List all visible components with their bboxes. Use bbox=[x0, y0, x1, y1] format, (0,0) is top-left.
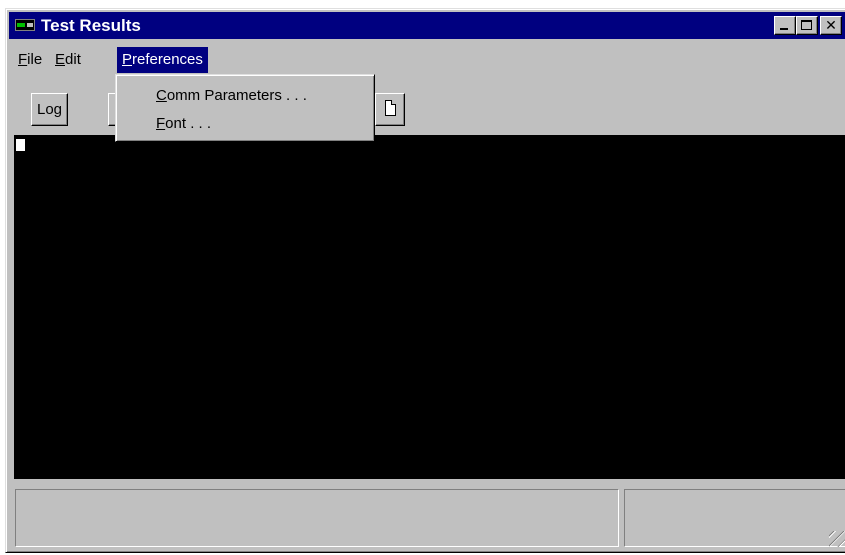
menu-item-font[interactable]: Font . . . bbox=[156, 112, 211, 136]
menu-preferences[interactable]: Preferences bbox=[117, 47, 208, 73]
window-title: Test Results bbox=[41, 16, 141, 35]
terminal-app-icon[interactable] bbox=[15, 19, 35, 31]
minimize-button[interactable] bbox=[774, 16, 796, 35]
status-pane-main bbox=[15, 489, 619, 547]
status-pane-secondary bbox=[624, 489, 845, 547]
menu-item-comm-parameters[interactable]: Comm Parameters . . . bbox=[156, 84, 307, 108]
document-icon bbox=[385, 100, 396, 116]
new-document-button[interactable] bbox=[375, 93, 405, 126]
terminal-output-area[interactable] bbox=[14, 135, 845, 479]
text-cursor bbox=[16, 139, 25, 151]
menu-file[interactable]: File bbox=[13, 47, 47, 73]
log-button[interactable]: Log bbox=[31, 93, 68, 126]
close-icon: ✕ bbox=[825, 17, 837, 33]
status-bar bbox=[9, 487, 845, 549]
minimize-icon bbox=[780, 28, 788, 30]
menu-edit[interactable]: Edit bbox=[50, 47, 86, 73]
preferences-dropdown-menu: Comm Parameters . . . Font . . . bbox=[115, 74, 375, 142]
menu-bar: File Edit Preferences bbox=[9, 43, 845, 73]
resize-grip-icon[interactable] bbox=[829, 531, 845, 547]
maximize-icon bbox=[801, 20, 812, 30]
close-button[interactable]: ✕ bbox=[820, 16, 842, 35]
title-bar[interactable]: Test Results ✕ bbox=[9, 12, 845, 39]
maximize-button[interactable] bbox=[796, 16, 818, 35]
